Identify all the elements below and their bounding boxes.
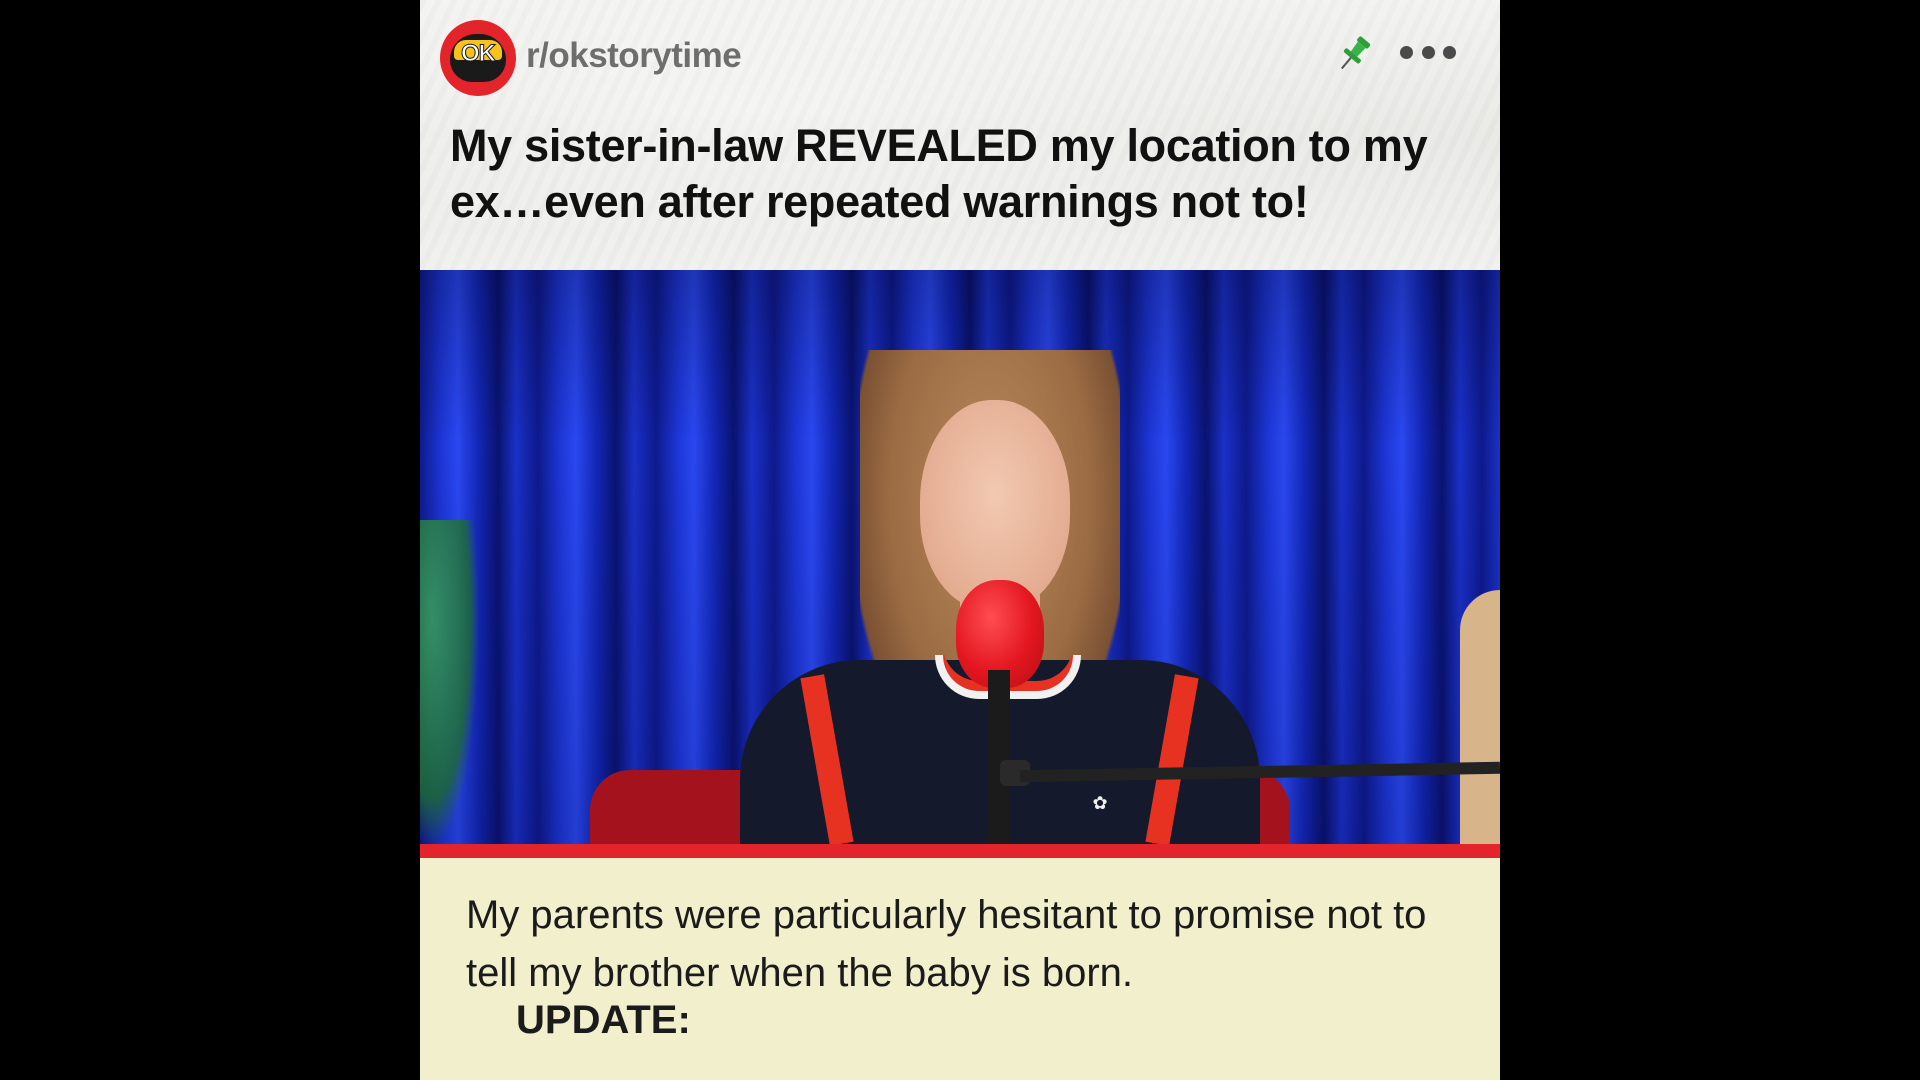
- caption-panel: My parents were particularly hesitant to…: [420, 858, 1500, 1080]
- pin-icon[interactable]: [1332, 32, 1376, 76]
- shirt-logo-icon: ✿: [1092, 793, 1108, 813]
- post-card: OK r/okstorytime My sister-in-law REVEAL…: [420, 0, 1500, 1080]
- post-title: My sister-in-law REVEALED my location to…: [450, 120, 1428, 227]
- post-header: OK r/okstorytime My sister-in-law REVEAL…: [420, 0, 1500, 270]
- microphone-stem: [988, 670, 1010, 844]
- person-face: [920, 400, 1070, 610]
- dot: [1421, 45, 1435, 59]
- update-label: UPDATE:: [516, 998, 691, 1042]
- video-frame[interactable]: ✿: [420, 270, 1500, 844]
- subreddit-name[interactable]: r/okstorytime: [526, 36, 742, 76]
- divider-bar: [420, 844, 1500, 858]
- dot: [1400, 45, 1413, 59]
- subreddit-avatar[interactable]: OK: [440, 20, 516, 96]
- avatar-logo-text: OK: [461, 40, 497, 67]
- plant: [420, 520, 480, 844]
- background-prop: [1460, 590, 1500, 844]
- caption-text: My parents were particularly hesitant to…: [466, 893, 1427, 995]
- dot: [1443, 45, 1456, 59]
- more-options-icon[interactable]: [1400, 40, 1456, 64]
